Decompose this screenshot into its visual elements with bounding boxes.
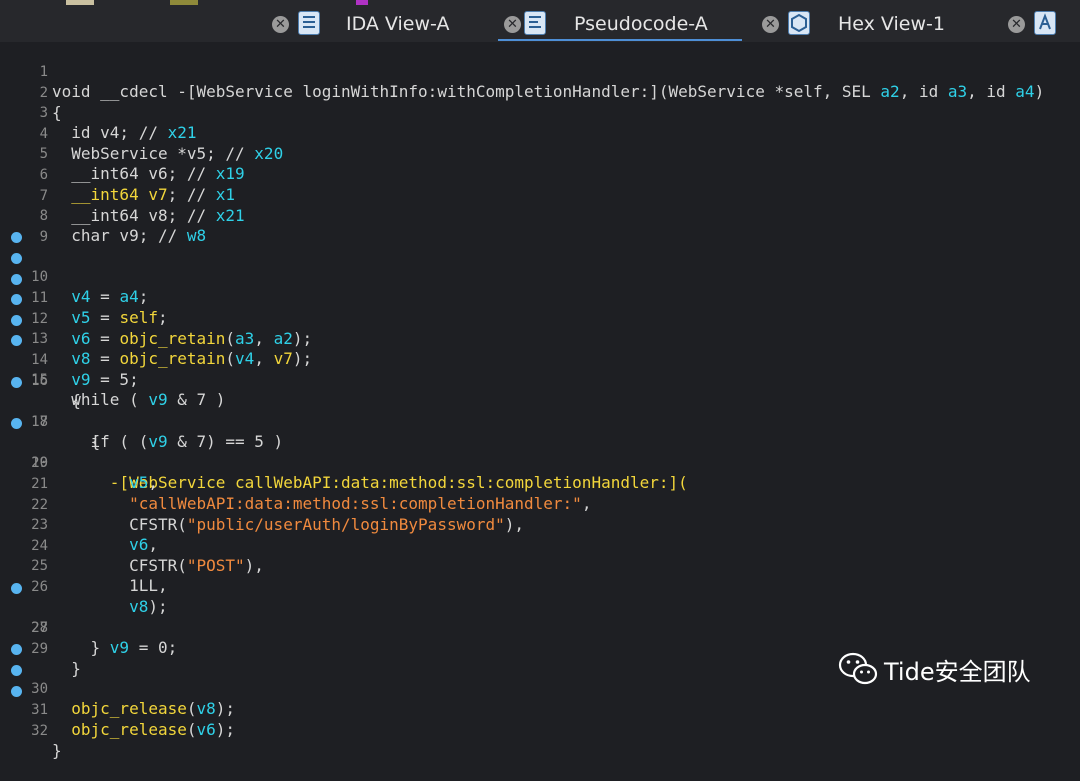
wechat-icon — [838, 652, 878, 685]
code-line[interactable]: 9 — [0, 207, 1080, 245]
structures-icon — [1034, 11, 1056, 35]
code-line[interactable]: 8 char v9; // w8 — [0, 186, 1080, 245]
code-line[interactable]: 3 id v4; // x21 — [0, 83, 1080, 142]
close-icon[interactable]: ✕ — [762, 16, 779, 33]
code-line[interactable]: 27 v9 = 0; — [0, 578, 1080, 657]
tab-label: Hex View-1 — [838, 13, 945, 35]
code-line[interactable]: 14 v9 = 5; — [0, 310, 1080, 389]
code-line[interactable]: 29 } — [0, 619, 1080, 678]
tab-label: Pseudocode-A — [574, 13, 708, 35]
code-line[interactable]: 7 __int64 v8; // x21 — [0, 166, 1080, 225]
line-text: objc_release(v6); — [71, 720, 236, 739]
breakpoint-marker[interactable] — [11, 376, 22, 388]
close-icon[interactable]: ✕ — [272, 16, 289, 33]
code-line[interactable]: 23 v6, — [0, 495, 1080, 554]
tab-structures[interactable]: ✕ — [1004, 7, 1080, 41]
line-text: objc_release(v8); — [71, 699, 236, 719]
code-line[interactable]: 11 v5 = self; — [0, 248, 1080, 327]
code-line[interactable]: 19 -[WebService callWebAPI:data:method:s… — [0, 413, 1080, 492]
breakpoint-marker[interactable] — [11, 294, 22, 306]
code-line[interactable]: 15 while ( v9 & 7 ) — [0, 330, 1080, 409]
code-line[interactable]: 1 void __cdecl -[WebService loginWithInf… — [0, 42, 1080, 101]
code-line[interactable]: 4 WebService *v5; // x20 — [0, 104, 1080, 163]
code-line[interactable]: 2 { — [0, 63, 1080, 122]
pseudocode-icon — [524, 11, 546, 35]
breakpoint-marker[interactable] — [11, 232, 22, 244]
ida-view-icon — [298, 11, 320, 35]
code-line[interactable]: 26 v8); — [0, 557, 1080, 616]
code-line[interactable]: 25 1LL, — [0, 536, 1080, 595]
code-line[interactable]: 10 v4 = a4; — [0, 227, 1080, 306]
close-icon[interactable]: ✕ — [504, 16, 521, 33]
code-line[interactable]: 21 "callWebAPI:data:method:ssl:completio… — [0, 454, 1080, 513]
pseudocode-editor[interactable]: 1 void __cdecl -[WebService loginWithInf… — [0, 42, 1080, 760]
code-line[interactable]: 24 CFSTR("POST"), — [0, 516, 1080, 575]
code-line[interactable]: 17 if ( (v9 & 7) == 5 ) — [0, 372, 1080, 451]
code-line[interactable]: 13 v8 = objc_retain(v4, v7); — [0, 289, 1080, 368]
tab-ida-view-a[interactable]: ✕ IDA View-A — [268, 7, 488, 41]
code-line[interactable]: 18 { — [0, 392, 1080, 451]
breakpoint-marker[interactable] — [11, 665, 22, 676]
breakpoint-marker[interactable] — [11, 685, 22, 697]
close-icon[interactable]: ✕ — [1008, 16, 1025, 33]
line-number: 32 — [31, 722, 48, 739]
code-line[interactable]: 5 __int64 v6; // x19 — [0, 124, 1080, 183]
toolbar-strip-segment — [170, 0, 198, 5]
line-text: } — [52, 740, 62, 760]
hex-view-icon — [788, 11, 810, 35]
tab-bar: ✕ IDA View-A ✕ Pseudocode-A ✕ Hex View-1… — [0, 0, 1080, 42]
tab-hex-view-1[interactable]: ✕ Hex View-1 — [758, 7, 998, 41]
toolbar-strip-segment — [356, 0, 368, 5]
breakpoint-marker[interactable] — [11, 273, 22, 285]
breakpoint-marker[interactable] — [11, 417, 22, 429]
tab-pseudocode-a[interactable]: ✕ Pseudocode-A — [498, 7, 744, 41]
breakpoint-marker[interactable] — [11, 335, 22, 347]
tab-label: IDA View-A — [346, 13, 450, 35]
code-line[interactable]: 22 CFSTR("public/userAuth/loginByPasswor… — [0, 475, 1080, 534]
watermark-text: Tide安全团队 — [884, 658, 1031, 686]
code-line[interactable]: 12 v6 = objc_retain(a3, a2); — [0, 269, 1080, 348]
breakpoint-marker[interactable] — [11, 582, 22, 594]
breakpoint-marker[interactable] — [11, 253, 22, 264]
breakpoint-marker[interactable] — [11, 644, 22, 656]
breakpoint-marker[interactable] — [11, 314, 22, 326]
code-line[interactable]: 6 __int64 v7; // x1 — [0, 145, 1080, 204]
active-tab-indicator — [498, 39, 742, 41]
code-line[interactable]: 20 v5, — [0, 433, 1080, 492]
toolbar-strip-segment — [66, 0, 94, 5]
code-line[interactable]: 28 } — [0, 598, 1080, 657]
code-line[interactable]: 16 { — [0, 351, 1080, 410]
